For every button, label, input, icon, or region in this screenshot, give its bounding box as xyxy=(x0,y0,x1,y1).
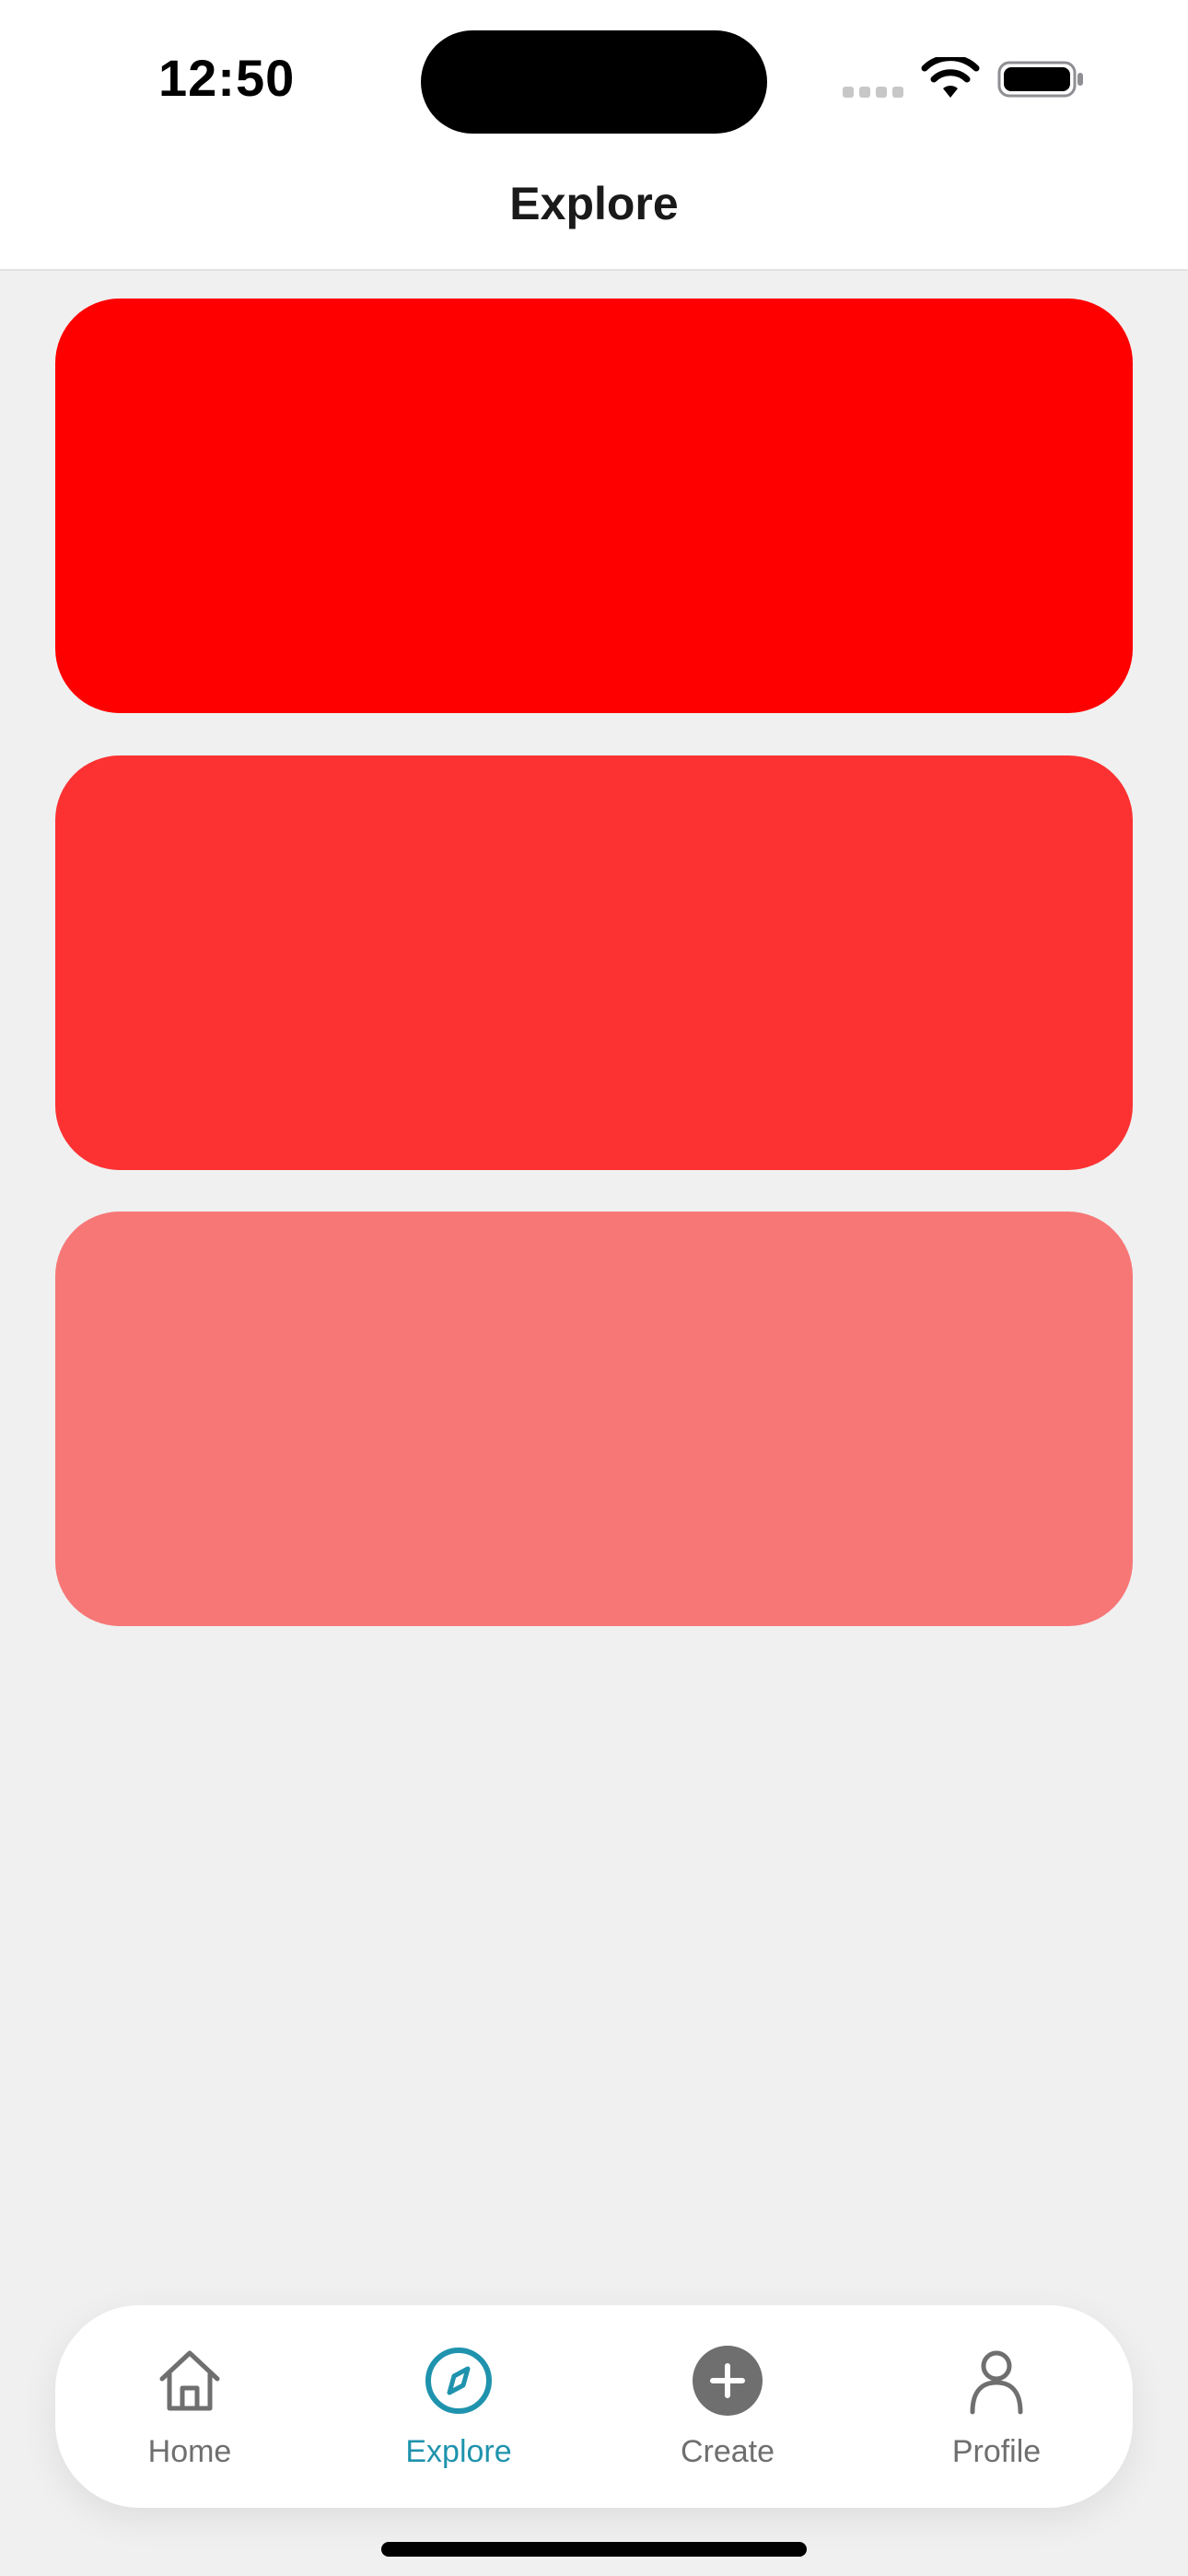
tab-explore[interactable]: Explore xyxy=(324,2305,593,2508)
tab-label: Create xyxy=(680,2434,775,2469)
battery-icon xyxy=(997,61,1083,98)
feed-card[interactable] xyxy=(55,299,1133,713)
wifi-icon xyxy=(921,57,980,98)
status-time: 12:50 xyxy=(158,49,296,107)
tab-profile[interactable]: Profile xyxy=(862,2305,1131,2508)
tab-home[interactable]: Home xyxy=(55,2305,324,2508)
person-icon xyxy=(970,2350,1023,2415)
tab-label: Home xyxy=(147,2434,232,2469)
signal-icon xyxy=(843,87,903,98)
header: 12:50 Explore xyxy=(0,0,1188,271)
tab-label: Explore xyxy=(405,2434,512,2469)
feed-card[interactable] xyxy=(55,1212,1133,1626)
tab-create[interactable]: Create xyxy=(593,2305,862,2508)
feed-card[interactable] xyxy=(55,755,1133,1170)
tab-bar: Home Explore Create Profile xyxy=(55,2305,1133,2508)
page-title: Explore xyxy=(509,178,679,229)
home-icon xyxy=(159,2350,220,2411)
tab-label: Profile xyxy=(951,2434,1042,2469)
compass-icon xyxy=(425,2348,492,2414)
plus-circle-icon xyxy=(693,2346,763,2416)
home-indicator[interactable] xyxy=(381,2542,807,2557)
dynamic-island xyxy=(421,30,767,134)
